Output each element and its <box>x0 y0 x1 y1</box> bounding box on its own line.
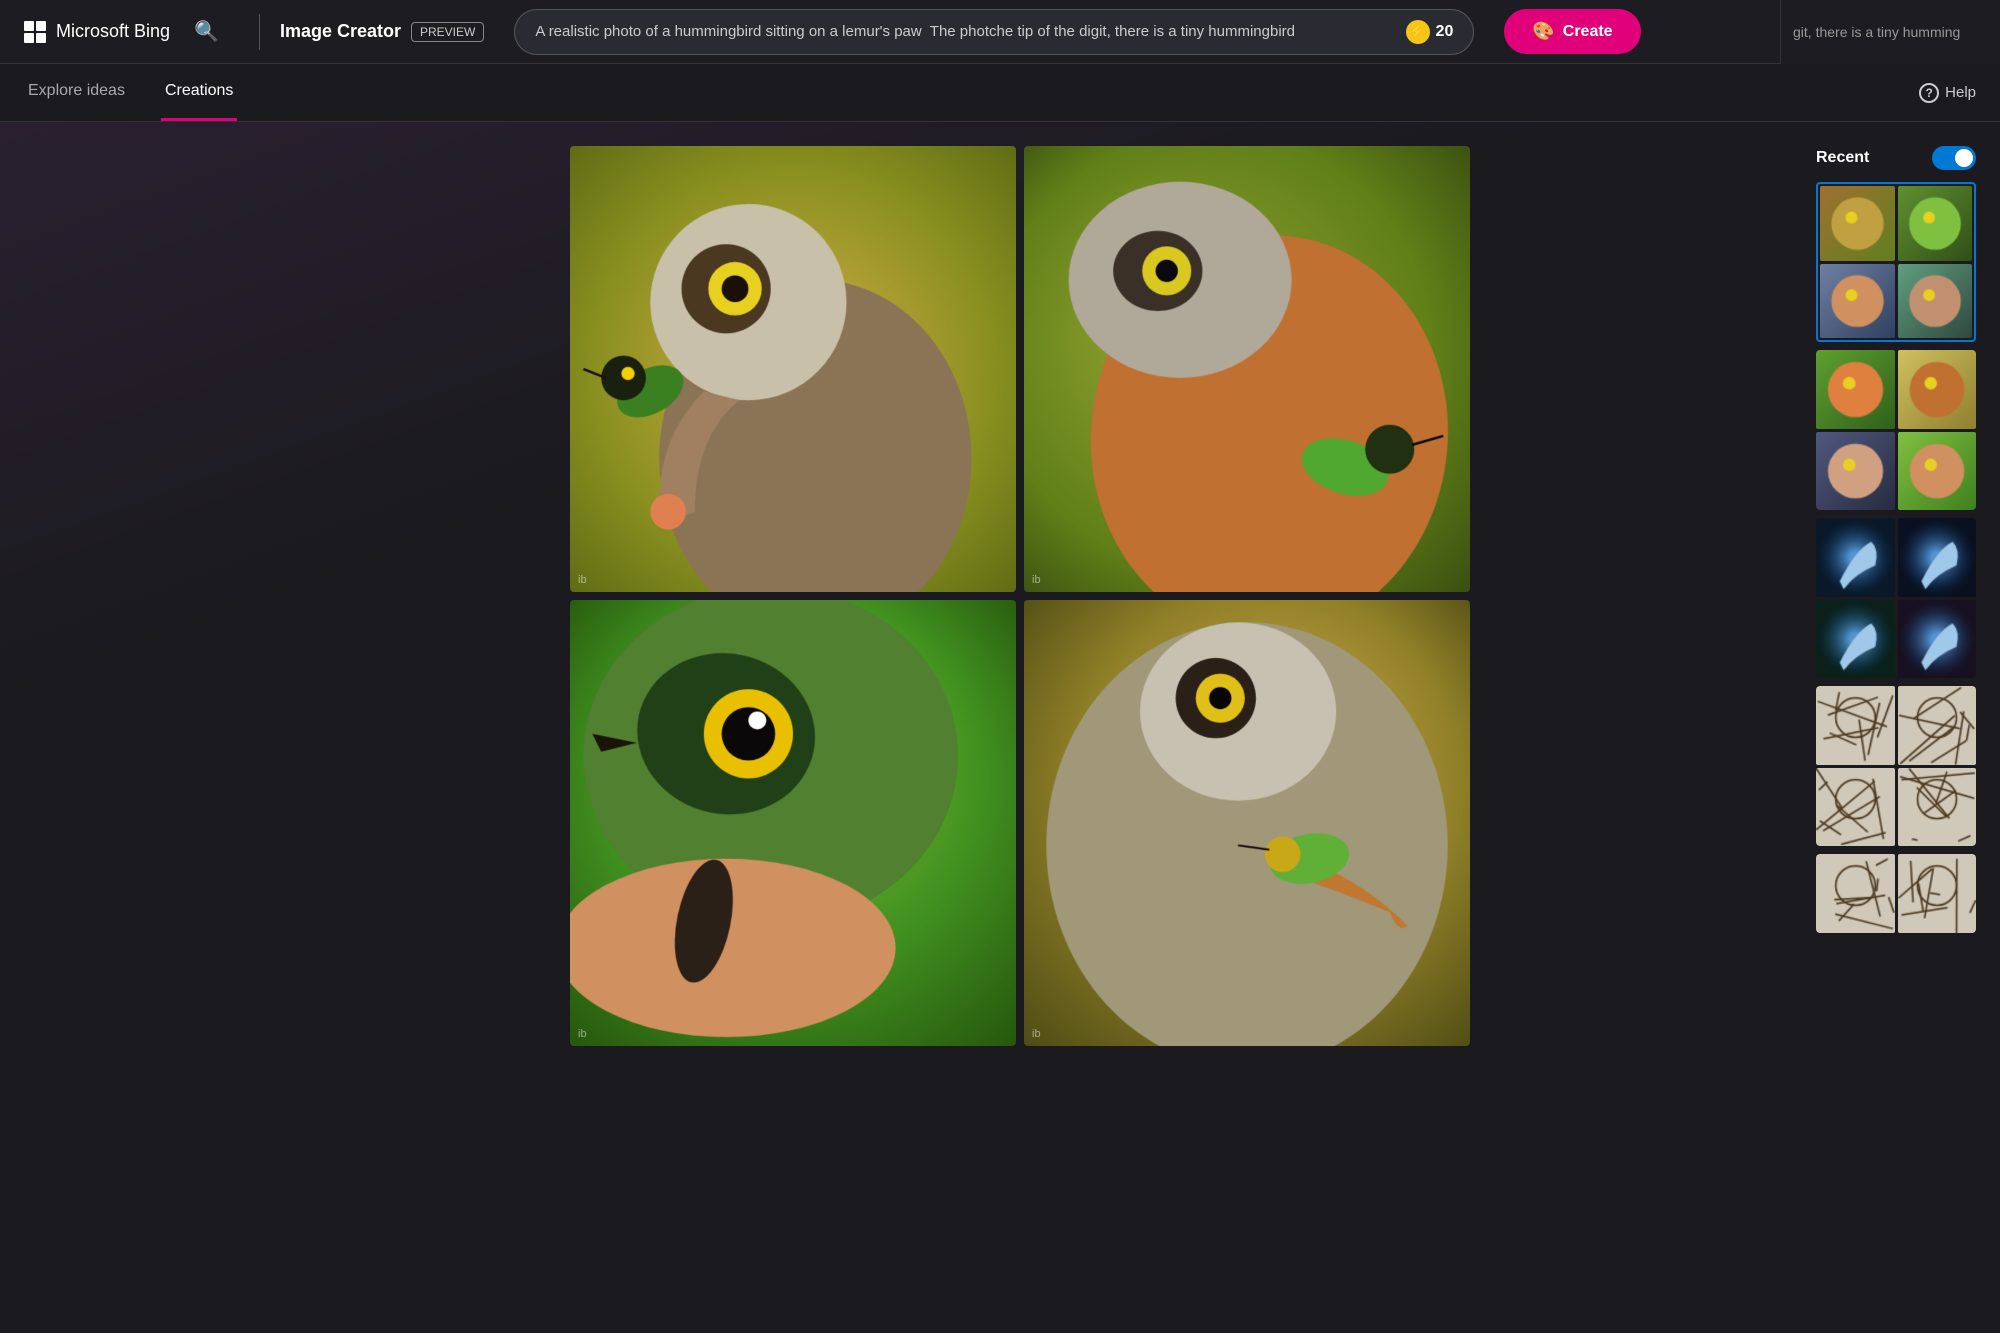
image-grid: ib ib ib ib <box>570 146 1470 1046</box>
scroll-text: git, there is a tiny humming <box>1780 0 2000 64</box>
recent-thumb-10[interactable] <box>1898 518 1977 597</box>
recent-thumb-18[interactable] <box>1898 854 1977 933</box>
image-cell-3[interactable]: ib <box>570 600 1016 1046</box>
recent-group-3 <box>1816 518 1976 678</box>
image-watermark-3: ib <box>578 1028 587 1040</box>
recent-thumb-14[interactable] <box>1898 686 1977 765</box>
left-accent <box>24 146 224 1046</box>
header: Microsoft Bing 🔍 Image Creator PREVIEW ⚡… <box>0 0 2000 64</box>
recent-group-2 <box>1816 350 1976 510</box>
image-watermark-1: ib <box>578 574 587 586</box>
preview-badge: PREVIEW <box>411 22 484 42</box>
recent-group-5 <box>1816 854 1976 933</box>
token-icon: ⚡ <box>1406 20 1430 44</box>
recent-thumb-6[interactable] <box>1898 350 1977 429</box>
sidebar: Recent <box>1816 146 1976 1046</box>
image-cell-2[interactable]: ib <box>1024 146 1470 592</box>
recent-thumb-13[interactable] <box>1816 686 1895 765</box>
recent-thumb-1[interactable] <box>1820 186 1895 261</box>
recent-grid-5 <box>1816 854 1976 933</box>
image-cell-4[interactable]: ib <box>1024 600 1470 1046</box>
header-divider <box>259 14 260 50</box>
token-badge: ⚡ 20 <box>1406 20 1454 44</box>
search-input[interactable] <box>535 23 1395 40</box>
recent-thumb-12[interactable] <box>1898 600 1977 679</box>
recent-thumb-9[interactable] <box>1816 518 1895 597</box>
recent-thumb-7[interactable] <box>1816 432 1895 511</box>
create-button[interactable]: 🎨 Create <box>1504 9 1640 54</box>
recent-thumb-8[interactable] <box>1898 432 1977 511</box>
token-count: 20 <box>1436 23 1454 41</box>
image-watermark-2: ib <box>1032 574 1041 586</box>
nav-left: Explore ideas Creations <box>24 64 237 121</box>
page-background: ib ib ib ib <box>0 122 2000 1322</box>
recent-thumb-15[interactable] <box>1816 768 1895 847</box>
nav-tabs: Explore ideas Creations ? Help <box>0 64 2000 122</box>
image-grid-container: ib ib ib ib <box>248 146 1792 1046</box>
logo[interactable]: Microsoft Bing <box>24 21 170 43</box>
recent-grid-4 <box>1816 686 1976 846</box>
image-watermark-4: ib <box>1032 1028 1041 1040</box>
recent-thumb-4[interactable] <box>1898 264 1973 339</box>
recent-grid-1 <box>1816 182 1976 342</box>
logo-text: Microsoft Bing <box>56 21 170 42</box>
recent-thumb-3[interactable] <box>1820 264 1895 339</box>
recent-grid-3 <box>1816 518 1976 678</box>
help-label: Help <box>1945 84 1976 101</box>
sidebar-title: Recent <box>1816 149 1869 167</box>
tab-explore-ideas[interactable]: Explore ideas <box>24 64 129 121</box>
image-creator-label: Image Creator <box>280 21 401 42</box>
bing-grid-icon <box>24 21 46 43</box>
recent-thumb-17[interactable] <box>1816 854 1895 933</box>
recent-group-1 <box>1816 182 1976 342</box>
recent-group-4 <box>1816 686 1976 846</box>
search-bar[interactable]: ⚡ 20 <box>514 9 1474 55</box>
create-button-icon: 🎨 <box>1532 21 1554 42</box>
recent-grid-2 <box>1816 350 1976 510</box>
recent-thumb-5[interactable] <box>1816 350 1895 429</box>
tab-creations[interactable]: Creations <box>161 64 237 121</box>
help-circle-icon: ? <box>1919 83 1939 103</box>
main-content: ib ib ib ib <box>0 122 2000 1046</box>
image-cell-1[interactable]: ib <box>570 146 1016 592</box>
recent-thumb-16[interactable] <box>1898 768 1977 847</box>
help-button[interactable]: ? Help <box>1919 83 1976 103</box>
create-button-label: Create <box>1563 23 1613 41</box>
recent-thumb-11[interactable] <box>1816 600 1895 679</box>
sidebar-header: Recent <box>1816 146 1976 170</box>
recent-toggle[interactable] <box>1932 146 1976 170</box>
recent-thumb-2[interactable] <box>1898 186 1973 261</box>
search-icon[interactable]: 🔍 <box>194 19 219 44</box>
